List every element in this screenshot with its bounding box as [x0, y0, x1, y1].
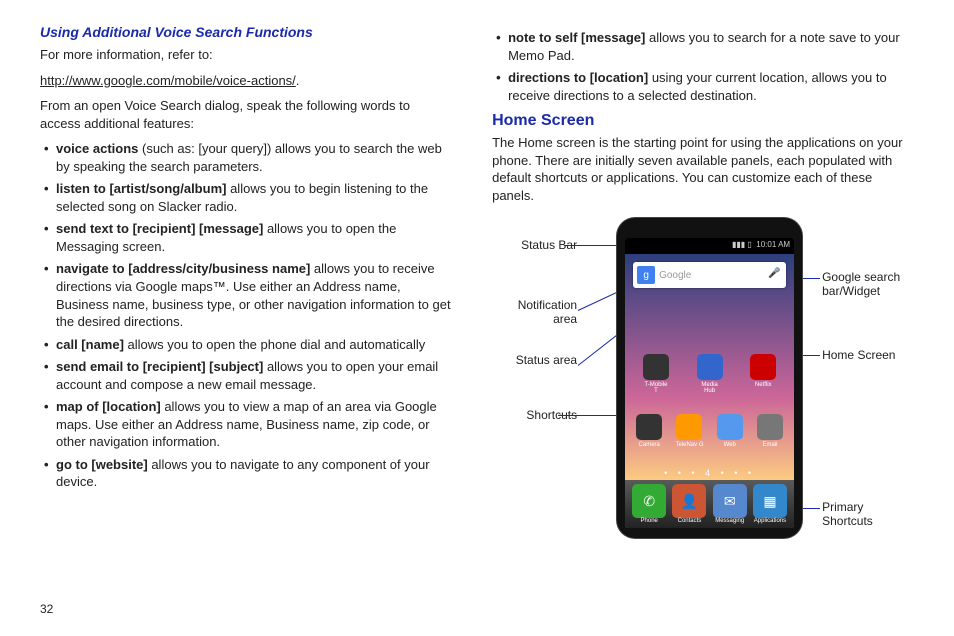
- label-primary-shortcuts: Primary Shortcuts: [822, 500, 912, 528]
- google-g-icon: g: [637, 266, 655, 284]
- label-notification-area: Notification area: [492, 298, 577, 326]
- app-icon[interactable]: TeleNav G: [675, 414, 703, 448]
- mic-icon[interactable]: 🎤: [768, 268, 782, 282]
- instruction-text: From an open Voice Search dialog, speak …: [40, 97, 452, 132]
- section-paragraph: The Home screen is the starting point fo…: [492, 134, 914, 204]
- page-indicator: • • • 4 • • •: [625, 468, 794, 478]
- page-number: 32: [40, 602, 53, 616]
- google-search-widget[interactable]: g Google 🎤: [633, 262, 786, 288]
- search-placeholder: Google: [659, 270, 768, 281]
- list-item: call [name] allows you to open the phone…: [44, 336, 452, 354]
- section-heading: Home Screen: [492, 112, 914, 130]
- dock-item[interactable]: ✆Phone: [632, 484, 666, 524]
- list-item: map of [location] allows you to view a m…: [44, 398, 452, 451]
- home-screen-diagram: Status Bar Notification area Status area…: [492, 218, 914, 558]
- intro-text: For more information, refer to:: [40, 46, 452, 64]
- voice-actions-list-cont: note to self [message] allows you to sea…: [496, 29, 914, 104]
- phone-screen: ▮▮▮ ▯ 10:01 AM g Google 🎤 T-Mobile T Medi…: [625, 238, 794, 528]
- list-item: go to [website] allows you to navigate t…: [44, 456, 452, 491]
- list-item: listen to [artist/song/album] allows you…: [44, 180, 452, 215]
- right-column: note to self [message] allows you to sea…: [492, 24, 914, 558]
- app-icon[interactable]: Email: [756, 414, 784, 448]
- voice-actions-list: voice actions (such as: [your query]) al…: [44, 140, 452, 491]
- dock-item[interactable]: ▦Applications: [753, 484, 787, 524]
- list-item: directions to [location] using your curr…: [496, 69, 914, 104]
- label-google-search: Google search bar/Widget: [822, 270, 912, 298]
- signal-icons: ▮▮▮ ▯: [732, 240, 752, 249]
- left-column: Using Additional Voice Search Functions …: [40, 24, 452, 558]
- app-icon[interactable]: T-Mobile T: [642, 354, 670, 394]
- dock: ✆Phone👤Contacts✉Messaging▦Applications: [625, 480, 794, 528]
- clock: 10:01 AM: [756, 240, 790, 249]
- app-icon[interactable]: Camera: [635, 414, 663, 448]
- dock-item[interactable]: 👤Contacts: [672, 484, 706, 524]
- list-item: note to self [message] allows you to sea…: [496, 29, 914, 64]
- list-item: send text to [recipient] [message] allow…: [44, 220, 452, 255]
- app-icon[interactable]: Web: [716, 414, 744, 448]
- app-row-2: Camera TeleNav G Web Email: [629, 414, 790, 448]
- label-status-area: Status area: [492, 353, 577, 367]
- callout-line: [564, 245, 624, 246]
- list-item: navigate to [address/city/business name]…: [44, 260, 452, 330]
- list-item: voice actions (such as: [your query]) al…: [44, 140, 452, 175]
- subsection-heading: Using Additional Voice Search Functions: [40, 24, 452, 40]
- app-icon[interactable]: Netflix: [749, 354, 777, 394]
- phone-frame: ▮▮▮ ▯ 10:01 AM g Google 🎤 T-Mobile T Medi…: [617, 218, 802, 538]
- dock-item[interactable]: ✉Messaging: [713, 484, 747, 524]
- app-icon[interactable]: Media Hub: [696, 354, 724, 394]
- list-item: send email to [recipient] [subject] allo…: [44, 358, 452, 393]
- voice-actions-link[interactable]: http://www.google.com/mobile/voice-actio…: [40, 73, 296, 88]
- status-bar: ▮▮▮ ▯ 10:01 AM: [625, 238, 794, 254]
- reference-link-para: http://www.google.com/mobile/voice-actio…: [40, 72, 452, 90]
- app-row-1: T-Mobile T Media Hub Netflix: [629, 354, 790, 394]
- label-home-screen: Home Screen: [822, 348, 912, 362]
